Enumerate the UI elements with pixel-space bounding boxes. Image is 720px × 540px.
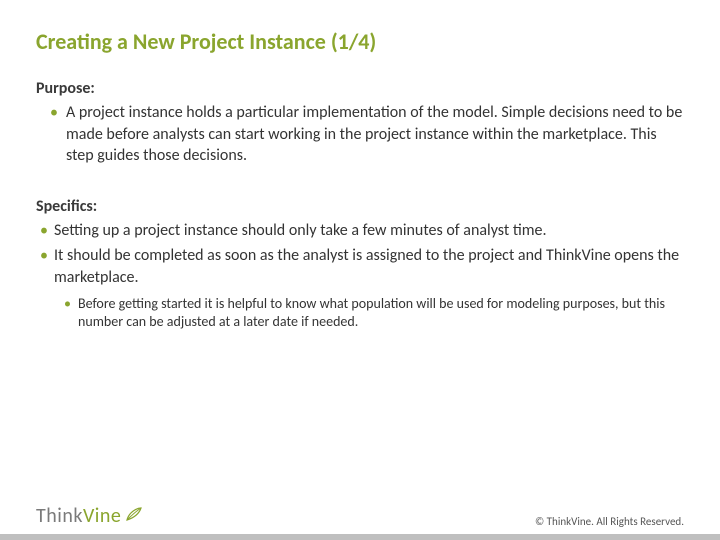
specifics-section: Specifics: Setting up a project instance… [36, 197, 684, 333]
footer: ThinkVine © ThinkVine. All Rights Reserv… [0, 534, 720, 540]
logo-think: Think [36, 504, 83, 528]
footer-bar [0, 534, 720, 540]
specifics-sublist: Before getting started it is helpful to … [36, 295, 684, 333]
purpose-list: A project instance holds a particular im… [36, 102, 684, 167]
list-item: Before getting started it is helpful to … [66, 295, 684, 333]
logo-vine: Vine [83, 504, 121, 528]
purpose-heading: Purpose: [36, 79, 684, 98]
list-item: It should be completed as soon as the an… [40, 245, 684, 288]
list-item: A project instance holds a particular im… [54, 102, 684, 167]
specifics-list: Setting up a project instance should onl… [36, 220, 684, 289]
purpose-section: Purpose: A project instance holds a part… [36, 79, 684, 167]
list-item: Setting up a project instance should onl… [40, 220, 684, 242]
leaf-icon [125, 504, 143, 528]
slide: Creating a New Project Instance (1/4) Pu… [0, 0, 720, 540]
brand-logo: ThinkVine [36, 504, 143, 528]
slide-title: Creating a New Project Instance (1/4) [36, 28, 684, 55]
copyright-text: © ThinkVine. All Rights Reserved. [535, 515, 684, 528]
specifics-heading: Specifics: [36, 197, 684, 216]
